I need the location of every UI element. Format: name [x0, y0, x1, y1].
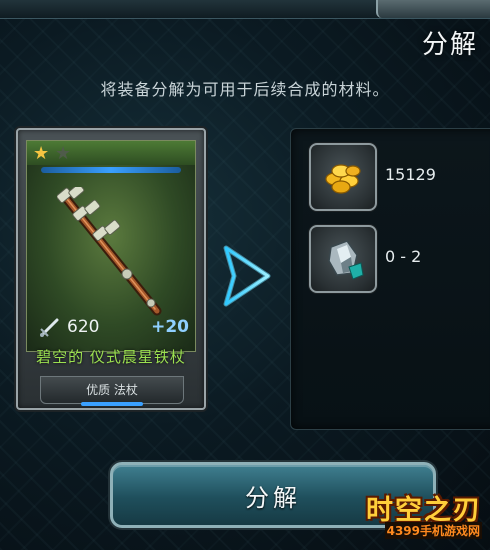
item-type: 优质 法杖 [86, 383, 138, 397]
quality-bar [41, 167, 181, 173]
page-title: 分解 [421, 30, 478, 60]
top-frame-bar [0, 0, 490, 19]
item-card-art: ★ ★ 620 +20 [26, 140, 196, 352]
watermark-site: 4399手机游戏网 [384, 522, 482, 539]
item-name: 碧空的 仪式晨星铁杖 [36, 348, 186, 366]
page-subtitle: 将装备分解为可用于后续合成的材料。 [100, 80, 390, 99]
result-slot-crystal[interactable] [309, 225, 377, 293]
crystal-amount: 0 - 2 [385, 247, 422, 266]
result-slot-gold[interactable] [309, 143, 377, 211]
decompose-results-panel: 15129 0 - 2 [290, 128, 490, 430]
attack-value: 620 [67, 317, 100, 337]
gold-coins-icon [325, 164, 361, 194]
star-rating: ★ ★ [27, 141, 195, 165]
star-filled-icon: ★ [33, 143, 50, 164]
enhance-bonus: +20 [151, 317, 189, 337]
item-type-plate: 优质 法杖 [40, 376, 184, 406]
mace-staff-icon [57, 187, 162, 316]
crystal-shard-icon [328, 240, 364, 280]
sword-icon [40, 318, 59, 337]
arrow-right-icon [223, 245, 271, 307]
item-card[interactable]: ★ ★ 620 +20 碧空的 仪式晨星铁杖 优质 法杖 [16, 128, 206, 410]
top-frame-cap [376, 0, 490, 18]
item-stats: 620 +20 [27, 315, 195, 339]
star-empty-icon: ★ [55, 143, 72, 164]
watermark: 时空之刃 4399手机游戏网 [344, 488, 484, 544]
item-type-accent [81, 402, 143, 406]
gold-amount: 15129 [385, 165, 436, 184]
